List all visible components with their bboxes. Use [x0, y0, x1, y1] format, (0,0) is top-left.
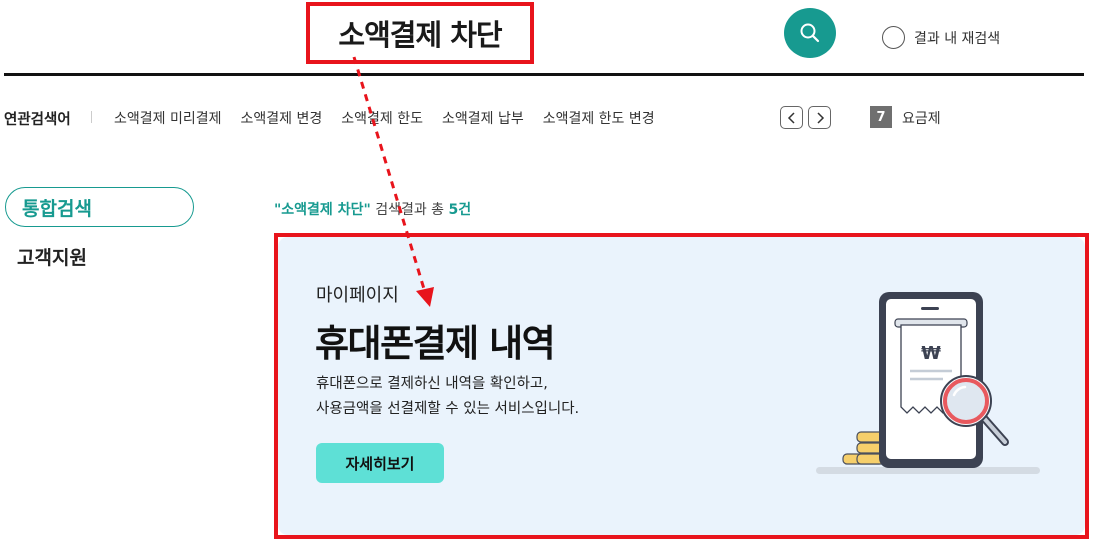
- header-divider: [4, 73, 1084, 76]
- search-button[interactable]: [784, 8, 836, 58]
- result-description: 휴대폰으로 결제하신 내역을 확인하고, 사용금액을 선결제할 수 있는 서비스…: [316, 372, 579, 422]
- result-count: 5건: [448, 202, 472, 218]
- chevron-right-icon: [816, 111, 824, 124]
- popular-rank-keyword[interactable]: 요금제: [902, 108, 941, 128]
- related-divider: [91, 111, 92, 123]
- related-keyword[interactable]: 소액결제 한도 변경: [543, 108, 655, 128]
- related-keyword[interactable]: 소액결제 변경: [241, 108, 323, 128]
- result-description-line: 사용금액을 선결제할 수 있는 서비스입니다.: [316, 401, 580, 417]
- result-description-line: 휴대폰으로 결제하신 내역을 확인하고,: [316, 376, 548, 392]
- chevron-left-icon: [787, 111, 795, 124]
- research-label: 결과 내 재검색: [914, 30, 1001, 47]
- related-keyword[interactable]: 소액결제 미리결제: [114, 108, 222, 128]
- popular-rank-badge: 7: [870, 106, 892, 128]
- search-query-box[interactable]: 소액결제 차단: [306, 2, 534, 64]
- result-category: 마이페이지: [316, 285, 399, 306]
- research-radio[interactable]: [882, 26, 905, 49]
- won-symbol: ₩: [921, 343, 941, 364]
- related-next-button[interactable]: [808, 106, 831, 129]
- related-keyword[interactable]: 소액결제 납부: [442, 108, 524, 128]
- result-summary-query: "소액결제 차단": [274, 202, 371, 218]
- tab-integrated-search[interactable]: 통합검색: [5, 187, 194, 227]
- related-keywords-title: 연관검색어: [4, 112, 71, 128]
- related-prev-button[interactable]: [780, 106, 803, 129]
- search-icon: [800, 23, 820, 43]
- detail-button[interactable]: 자세히보기: [316, 443, 444, 483]
- phone-receipt-magnifier-illustration: ₩: [816, 292, 1040, 474]
- related-keywords-list: 소액결제 미리결제 소액결제 변경 소액결제 한도 소액결제 납부 소액결제 한…: [114, 108, 655, 128]
- tab-integrated-search-label: 통합검색: [22, 197, 92, 220]
- result-card: 마이페이지 휴대폰결제 내역 휴대폰으로 결제하신 내역을 확인하고, 사용금액…: [278, 237, 1085, 535]
- related-keyword[interactable]: 소액결제 한도: [341, 108, 423, 128]
- result-card-highlight: 마이페이지 휴대폰결제 내역 휴대폰으로 결제하신 내역을 확인하고, 사용금액…: [274, 233, 1089, 539]
- result-summary-text: 검색결과 총: [370, 202, 449, 218]
- search-query-text: 소액결제 차단: [338, 18, 502, 52]
- tab-customer-support[interactable]: 고객지원: [17, 243, 87, 270]
- result-summary: "소액결제 차단" 검색결과 총 5건: [274, 199, 471, 219]
- result-title[interactable]: 휴대폰결제 내역: [315, 313, 556, 367]
- research-within-results[interactable]: 결과 내 재검색: [882, 26, 1000, 49]
